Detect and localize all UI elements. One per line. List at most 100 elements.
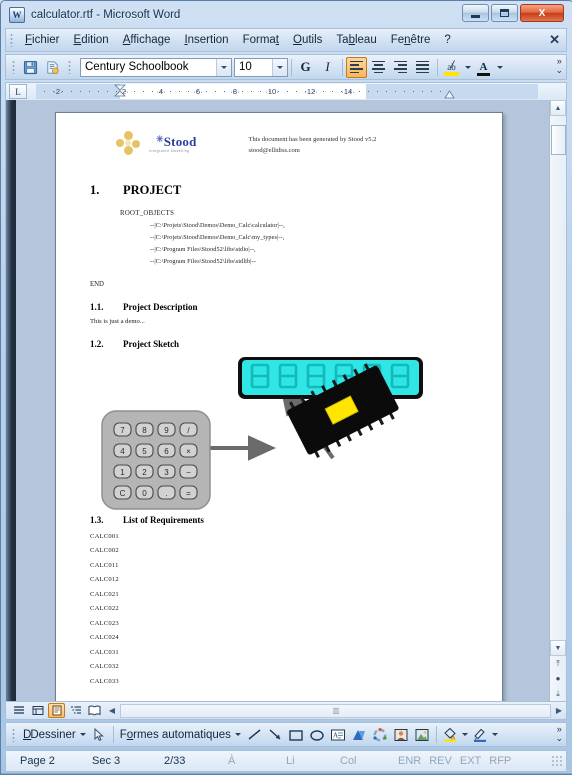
arrow-icon[interactable] [265,725,286,745]
status-page[interactable]: Page 2 [16,755,88,767]
toolbar-grip-1[interactable] [12,60,15,74]
tab-stop-selector[interactable]: L [9,84,27,99]
heading-1-2-number: 1.2. [90,339,104,349]
right-indent-marker[interactable] [444,90,455,99]
status-extend-mode[interactable]: EXT [456,755,485,767]
scroll-right-button[interactable]: ▶ [552,704,566,718]
print-layout-view-button[interactable] [48,703,65,718]
rectangle-icon[interactable] [286,725,307,745]
status-section[interactable]: Sec 3 [88,755,160,767]
font-size-combobox[interactable]: 10 [234,57,288,77]
toolbar-separator-2 [342,58,343,76]
close-button[interactable]: X [520,4,564,22]
bold-button[interactable]: G [295,57,316,78]
menu-grip[interactable] [10,33,13,47]
menu-fenetre[interactable]: Fenêtre [384,32,438,48]
reading-layout-view-button[interactable] [86,703,103,718]
select-objects-icon[interactable] [89,725,110,745]
autoshapes-menu-button[interactable]: Formes automatiques [117,729,244,741]
menu-insertion[interactable]: Insertion [177,32,235,48]
font-color-icon: A [479,60,488,73]
align-center-button[interactable] [368,57,389,78]
horizontal-scroll-track[interactable]: ▥ [120,703,551,718]
permission-icon[interactable] [42,57,63,78]
font-size-chevron-down-icon[interactable] [272,58,287,76]
maximize-button[interactable] [491,4,518,22]
fill-color-icon[interactable] [440,725,461,745]
fill-color-chevron-down-icon[interactable] [461,725,470,745]
resize-grip[interactable] [551,755,563,767]
minimize-button[interactable] [462,4,489,22]
diagram-icon[interactable] [370,725,391,745]
oval-icon[interactable] [307,725,328,745]
document-page[interactable]: ✳Stood Integrated Modelling This documen… [55,112,503,701]
vertical-scrollbar[interactable]: ▲ ▼ ⤒ ● ⤓ [549,100,566,701]
status-overtype-mode[interactable]: RFP [485,755,515,767]
drawbar-overflow-button[interactable]: » ⌄ [555,725,563,743]
window-left-border [6,100,16,701]
wordart-icon[interactable] [349,725,370,745]
outline-view-button[interactable] [67,703,84,718]
vertical-scroll-thumb[interactable] [550,125,566,155]
italic-button[interactable]: I [317,57,338,78]
align-justify-button[interactable] [412,57,433,78]
text-box-icon[interactable]: A [328,725,349,745]
toolbar-overflow-button[interactable]: » ⌄ [555,57,563,75]
ruler-strip[interactable]: ·2··2··4··6··8··10··12··14· [36,84,538,99]
requirement-item: CALC022 [90,605,119,612]
align-right-button[interactable] [390,57,411,78]
highlight-chevron-down-icon[interactable] [463,57,472,78]
highlight-button[interactable]: ab / [441,57,462,78]
draw-menu-button[interactable]: DDessiner [20,729,89,741]
ruler-dot [404,91,406,93]
svg-text:=: = [186,489,191,498]
ruler-dot [377,91,379,93]
ruler-dot [206,91,208,93]
menu-outils[interactable]: Outils [286,32,329,48]
first-line-indent-marker[interactable] [114,84,126,99]
menu-tableau[interactable]: Tableau [329,32,383,48]
close-document-button[interactable]: ✕ [549,32,560,48]
menu-edition[interactable]: Edition [67,32,116,48]
svg-text:6: 6 [164,447,169,456]
svg-text:3: 3 [164,468,169,477]
status-revision-mode[interactable]: REV [425,755,456,767]
scroll-up-button[interactable]: ▲ [550,100,566,116]
scroll-down-button[interactable]: ▼ [550,640,566,656]
save-icon[interactable] [20,57,41,78]
status-record-mode[interactable]: ENR [394,755,425,767]
ruler-dot [107,91,109,93]
next-page-button[interactable]: ⤓ [550,686,566,701]
ruler-dot [395,91,397,93]
align-left-button[interactable] [346,56,367,78]
toolbar-grip-2[interactable] [68,60,71,74]
font-color-chevron-down-icon[interactable] [495,57,504,78]
normal-view-button[interactable] [10,703,27,718]
project-description-text: This is just a demo... [90,318,145,325]
line-icon[interactable] [244,725,265,745]
web-layout-view-button[interactable] [29,703,46,718]
drawbar-grip[interactable] [12,727,15,742]
menu-help[interactable]: ? [437,32,457,48]
status-page-count[interactable]: 2/33 [160,755,224,767]
menu-affichage[interactable]: Affichage [116,32,178,48]
select-browse-object-button[interactable]: ● [550,671,566,686]
picture-icon[interactable] [412,725,433,745]
document-canvas[interactable]: ✳Stood Integrated Modelling This documen… [16,100,566,701]
svg-text:C: C [120,489,126,498]
ruler-dot [152,91,154,93]
project-sketch-figure[interactable]: 78 9/ 45 6 × 12 3− C0 . = [90,353,468,513]
scroll-left-button[interactable]: ◀ [105,704,119,718]
menu-format[interactable]: Format [236,32,286,48]
line-color-icon[interactable] [470,725,491,745]
font-name-chevron-down-icon[interactable] [216,58,231,76]
ruler-dot [215,91,217,93]
font-name-combobox[interactable]: Century Schoolbook [80,57,232,77]
clip-art-icon[interactable] [391,725,412,745]
line-color-chevron-down-icon[interactable] [491,725,500,745]
previous-page-button[interactable]: ⤒ [550,656,566,671]
font-color-button[interactable]: A [473,57,494,78]
ruler-dot [431,91,433,93]
font-size-value: 10 [239,61,252,73]
menu-fichier[interactable]: Fichier [18,32,67,48]
